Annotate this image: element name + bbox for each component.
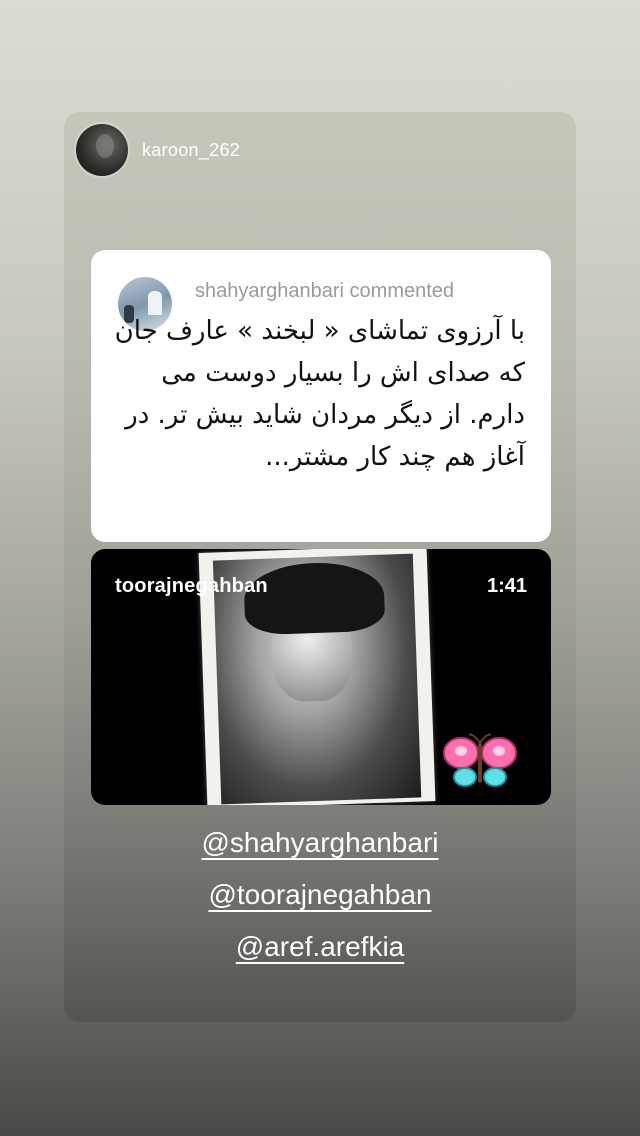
mention-list: @shahyarghanbari @toorajnegahban @aref.a… (64, 818, 576, 974)
story-header: karoon_262 (76, 124, 240, 176)
mention-toorajnegahban[interactable]: @toorajnegahban (208, 870, 431, 920)
comment-text: با آرزوی تماشای « لبخند » عارف جان که صد… (114, 316, 525, 472)
butterfly-sticker-icon (443, 733, 517, 787)
story-username[interactable]: karoon_262 (142, 140, 240, 161)
mention-aref-arefkia[interactable]: @aref.arefkia (236, 922, 405, 972)
commenter-label: shahyarghanbari commented (195, 280, 455, 302)
shared-video-card[interactable]: toorajnegahban 1:41 (91, 549, 551, 805)
mention-shahyarghanbari[interactable]: @shahyarghanbari (201, 818, 438, 868)
story-card: karoon_262 shahyarghanbari commented با … (64, 112, 576, 1022)
video-duration: 1:41 (486, 575, 527, 597)
video-username: toorajnegahban (115, 575, 268, 597)
profile-avatar[interactable] (76, 124, 128, 176)
comment-sticker[interactable]: shahyarghanbari commented با آرزوی تماشا… (91, 250, 551, 542)
